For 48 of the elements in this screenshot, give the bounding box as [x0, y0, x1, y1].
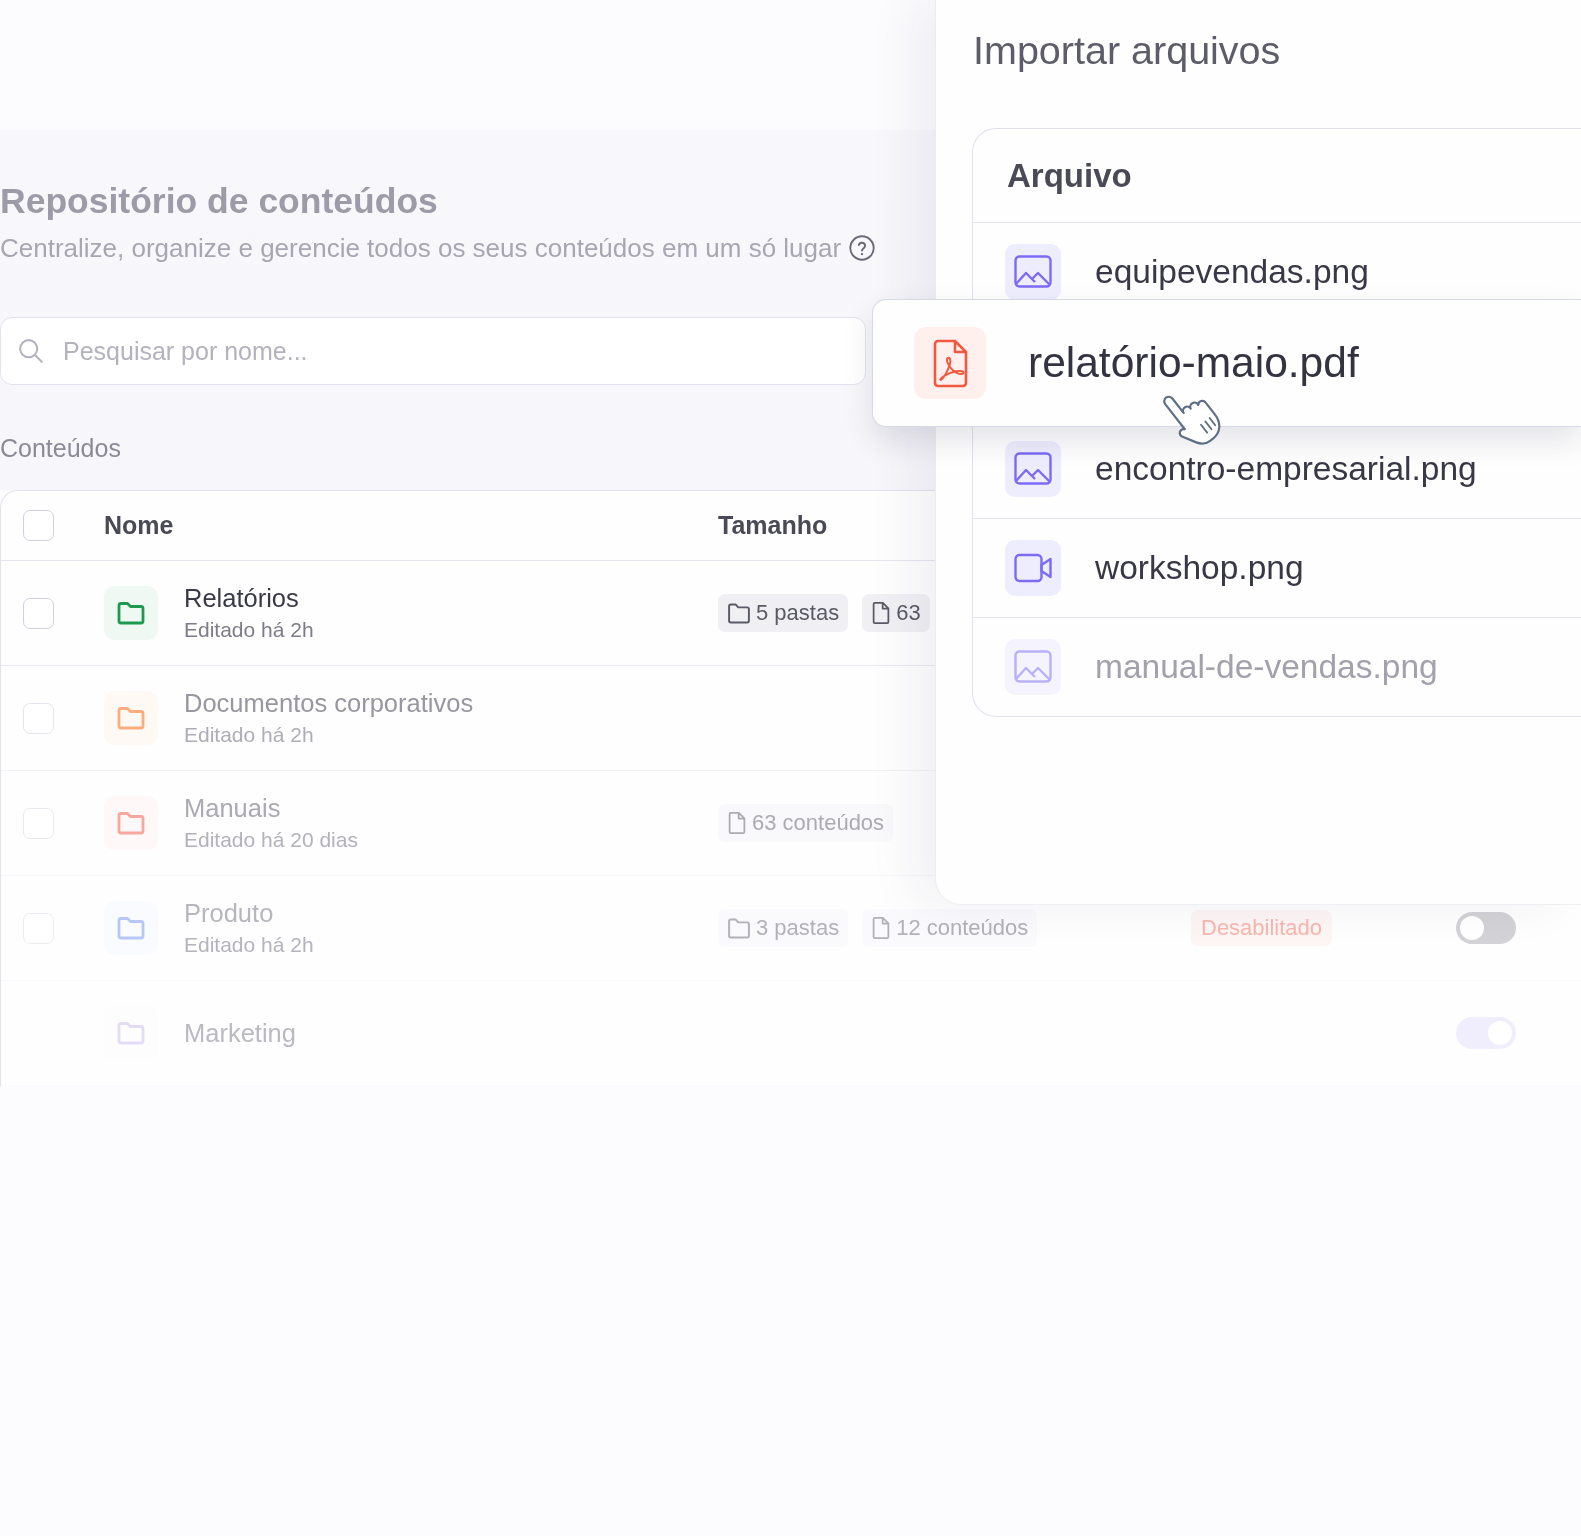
size-label: 3 pastas [756, 915, 840, 941]
file-icon [728, 812, 746, 834]
pdf-file-icon [914, 327, 986, 399]
size-label: 63 [896, 600, 921, 626]
folder-icon [728, 602, 750, 624]
edited-time: Editado há 20 dias [184, 827, 358, 853]
image-icon [1005, 244, 1061, 300]
file-icon [872, 917, 891, 939]
file-icon [872, 602, 891, 624]
page-title: Repositório de conteúdos [0, 181, 438, 221]
edited-time: Editado há 2h [184, 617, 314, 643]
help-icon[interactable] [849, 235, 876, 261]
search-field[interactable]: Pesquisar por nome... [0, 317, 866, 385]
status-label: Desabilitado [1191, 910, 1333, 946]
file-name: manual-de-vendas.png [1095, 648, 1438, 686]
folder-name[interactable]: Marketing [184, 1018, 296, 1048]
file-name: encontro-empresarial.png [1095, 450, 1477, 488]
edited-time: Editado há 2h [184, 932, 314, 958]
dragged-file-card[interactable]: relatório-maio.pdf [872, 299, 1581, 427]
folder-icon [104, 796, 158, 850]
folder-name[interactable]: Relatórios [184, 583, 299, 613]
page-subtitle: Centralize, organize e gerencie todos os seus conteúdos em um só lugar [0, 233, 842, 263]
size-label: 5 pastas [756, 600, 840, 626]
column-header: Nome [104, 511, 174, 540]
select-all-checkbox[interactable] [23, 510, 54, 541]
image-icon [1005, 639, 1061, 695]
folder-icon [104, 586, 158, 640]
image-icon [1005, 441, 1061, 497]
toggle-switch[interactable] [1456, 912, 1516, 944]
folder-name[interactable]: Manuais [184, 793, 281, 823]
folder-icon [728, 917, 750, 939]
panel-title: Importar arquivos [973, 27, 1282, 74]
size-label: 63 conteúdos [752, 810, 885, 836]
video-camera-icon [1005, 540, 1061, 596]
folder-name[interactable]: Produto [184, 898, 274, 928]
row-checkbox[interactable] [23, 702, 54, 734]
file-name: relatório-maio.pdf [1028, 339, 1359, 387]
file-name: equipevendas.png [1095, 253, 1369, 291]
column-header: Tamanho [718, 511, 828, 540]
column-header: Arquivo [1007, 156, 1132, 195]
file-name: workshop.png [1095, 549, 1304, 587]
search-icon [19, 339, 43, 363]
section-label: Conteúdos [0, 433, 121, 463]
edited-time: Editado há 2h [184, 722, 314, 748]
folder-icon [104, 691, 158, 745]
row-checkbox[interactable] [23, 597, 54, 629]
folder-name[interactable]: Documentos corporativos [184, 688, 474, 718]
size-label: 12 conteúdos [896, 915, 1029, 941]
